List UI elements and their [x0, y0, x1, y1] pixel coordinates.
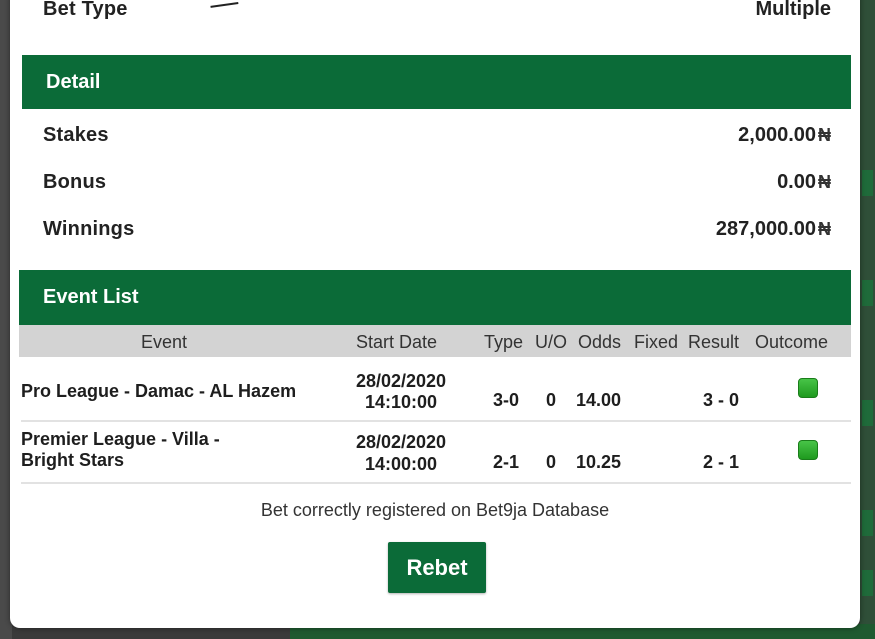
col-fixed: Fixed — [634, 332, 679, 352]
stakes-row: Stakes 2,000.00 ₦ — [43, 124, 831, 147]
result-cell: 2 - 1 — [703, 452, 740, 472]
odds-cell: 14.00 — [576, 390, 622, 410]
col-result: Result — [688, 332, 740, 352]
event-list-header: Event List — [19, 270, 851, 325]
start-time: 14:00:00 — [364, 454, 438, 474]
outcome-won-icon — [798, 378, 818, 398]
event-name-line1: Premier League - Villa - — [21, 429, 220, 449]
uo-cell: 0 — [546, 390, 557, 410]
bonus-row: Bonus 0.00 ₦ — [43, 171, 831, 194]
start-time: 14:10:00 — [364, 392, 438, 412]
col-type: Type — [484, 332, 524, 352]
rebet-button[interactable]: Rebet — [388, 542, 486, 593]
bet-type-cell: 3-0 — [493, 390, 520, 410]
event-table-header: Event Start Date Type U/O Odds Fixed Res… — [19, 325, 851, 357]
winnings-label: Winnings — [43, 218, 135, 240]
bet-type-cell: 2-1 — [493, 452, 520, 472]
stakes-value: 2,000.00 ₦ — [738, 124, 831, 146]
col-odds: Odds — [578, 332, 622, 352]
row-divider — [21, 482, 851, 484]
naira-icon: ₦ — [818, 125, 831, 145]
detail-title: Detail — [46, 70, 101, 93]
registration-note: Bet correctly registered on Bet9ja Datab… — [260, 500, 610, 520]
col-uo: U/O — [535, 332, 568, 352]
odds-cell: 10.25 — [576, 452, 622, 472]
detail-header: Detail — [22, 55, 851, 109]
col-event: Event — [141, 332, 188, 352]
col-start-date: Start Date — [356, 332, 438, 352]
start-date: 28/02/2020 — [355, 371, 447, 391]
naira-icon: ₦ — [818, 172, 831, 192]
bonus-value: 0.00 ₦ — [777, 171, 831, 193]
event-list-title: Event List — [43, 286, 139, 308]
result-cell: 3 - 0 — [703, 390, 740, 410]
stakes-label: Stakes — [43, 124, 109, 146]
background-page-right — [860, 0, 875, 639]
bet-detail-modal: Bet Type Multiple Detail Stakes 2,000.00… — [10, 0, 860, 628]
event-name-line2: Bright Stars — [21, 450, 125, 470]
col-outcome: Outcome — [755, 332, 829, 352]
row-divider — [21, 420, 851, 422]
naira-icon: ₦ — [818, 219, 831, 239]
outcome-won-icon — [798, 440, 818, 460]
bonus-label: Bonus — [43, 171, 107, 193]
event-name: Pro League - Damac - AL Hazem — [21, 381, 297, 401]
bet-type-value: Multiple — [755, 0, 831, 20]
uo-cell: 0 — [546, 452, 557, 472]
winnings-row: Winnings 287,000.00 ₦ — [43, 218, 831, 241]
bet-type-label: Bet Type — [43, 0, 128, 20]
start-date: 28/02/2020 — [355, 432, 447, 452]
winnings-value: 287,000.00 ₦ — [715, 218, 831, 240]
bet-type-row: Bet Type Multiple — [43, 0, 831, 21]
